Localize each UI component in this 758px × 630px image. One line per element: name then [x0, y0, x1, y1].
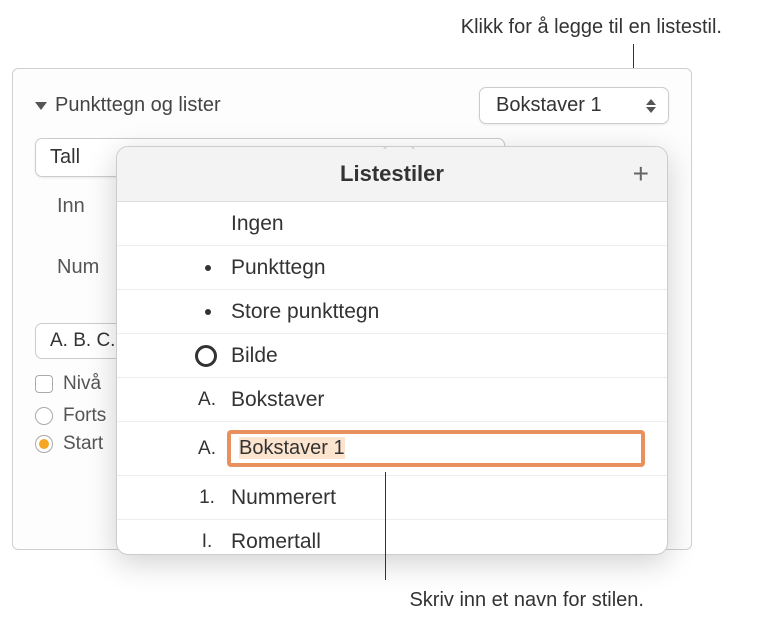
style-item-bullet[interactable]: Punkttegn	[117, 246, 667, 290]
checkbox-label: Nivå	[63, 373, 101, 395]
style-label: Nummerert	[231, 486, 336, 510]
callout-name-input: Skriv inn et navn for stilen.	[409, 589, 644, 612]
style-label: Bokstaver	[231, 388, 324, 412]
dropdown-value: A. B. C.	[50, 330, 115, 352]
marker-text: I.	[187, 531, 227, 553]
radio-icon	[35, 407, 53, 425]
style-list: Ingen Punkttegn Store punkttegn Bilde A.…	[117, 202, 667, 554]
callout-line-bottom	[385, 472, 386, 580]
style-label: Romertall	[231, 530, 321, 554]
marker-text: 1.	[187, 487, 227, 509]
radio-icon	[35, 435, 53, 453]
add-style-button[interactable]: +	[633, 160, 649, 188]
radio-label: Start	[63, 433, 103, 455]
list-styles-popover: Listestiler + Ingen Punkttegn Store punk…	[116, 146, 668, 555]
list-style-dropdown[interactable]: Bokstaver 1	[479, 87, 669, 124]
dropdown-value: Bokstaver 1	[496, 94, 602, 117]
checkbox-icon	[35, 375, 53, 393]
updown-arrows-icon	[646, 99, 656, 113]
bullet-dot-icon	[205, 309, 211, 315]
style-item-numbered[interactable]: 1. Nummerert	[117, 476, 667, 520]
style-label: Bilde	[231, 344, 278, 368]
section-title: Punkttegn og lister	[55, 94, 471, 117]
number-format-dropdown[interactable]: A. B. C.	[35, 323, 124, 359]
popover-header: Listestiler +	[117, 147, 667, 202]
style-name-input[interactable]: Bokstaver 1	[227, 430, 645, 467]
circle-bullet-icon	[195, 345, 217, 367]
style-item-letters-1-editing[interactable]: A. Bokstaver 1	[117, 422, 667, 476]
style-label: Punkttegn	[231, 256, 326, 280]
style-label: Ingen	[231, 212, 284, 236]
style-item-big-bullet[interactable]: Store punkttegn	[117, 290, 667, 334]
style-item-image[interactable]: Bilde	[117, 334, 667, 378]
style-label: Store punkttegn	[231, 300, 379, 324]
section-header[interactable]: Punkttegn og lister Bokstaver 1	[35, 87, 669, 124]
radio-label: Forts	[63, 405, 106, 427]
style-item-letters[interactable]: A. Bokstaver	[117, 378, 667, 422]
popover-title: Listestiler	[340, 161, 444, 187]
marker-text: A.	[187, 389, 227, 411]
style-item-none[interactable]: Ingen	[117, 202, 667, 246]
bullet-dot-icon	[205, 265, 211, 271]
dropdown-value: Tall	[50, 146, 80, 169]
input-value: Bokstaver 1	[239, 437, 345, 459]
style-item-roman[interactable]: I. Romertall	[117, 520, 667, 554]
disclosure-triangle-icon	[35, 102, 47, 110]
marker-text: A.	[187, 438, 227, 460]
callout-add-style: Klikk for å legge til en listestil.	[461, 16, 722, 39]
